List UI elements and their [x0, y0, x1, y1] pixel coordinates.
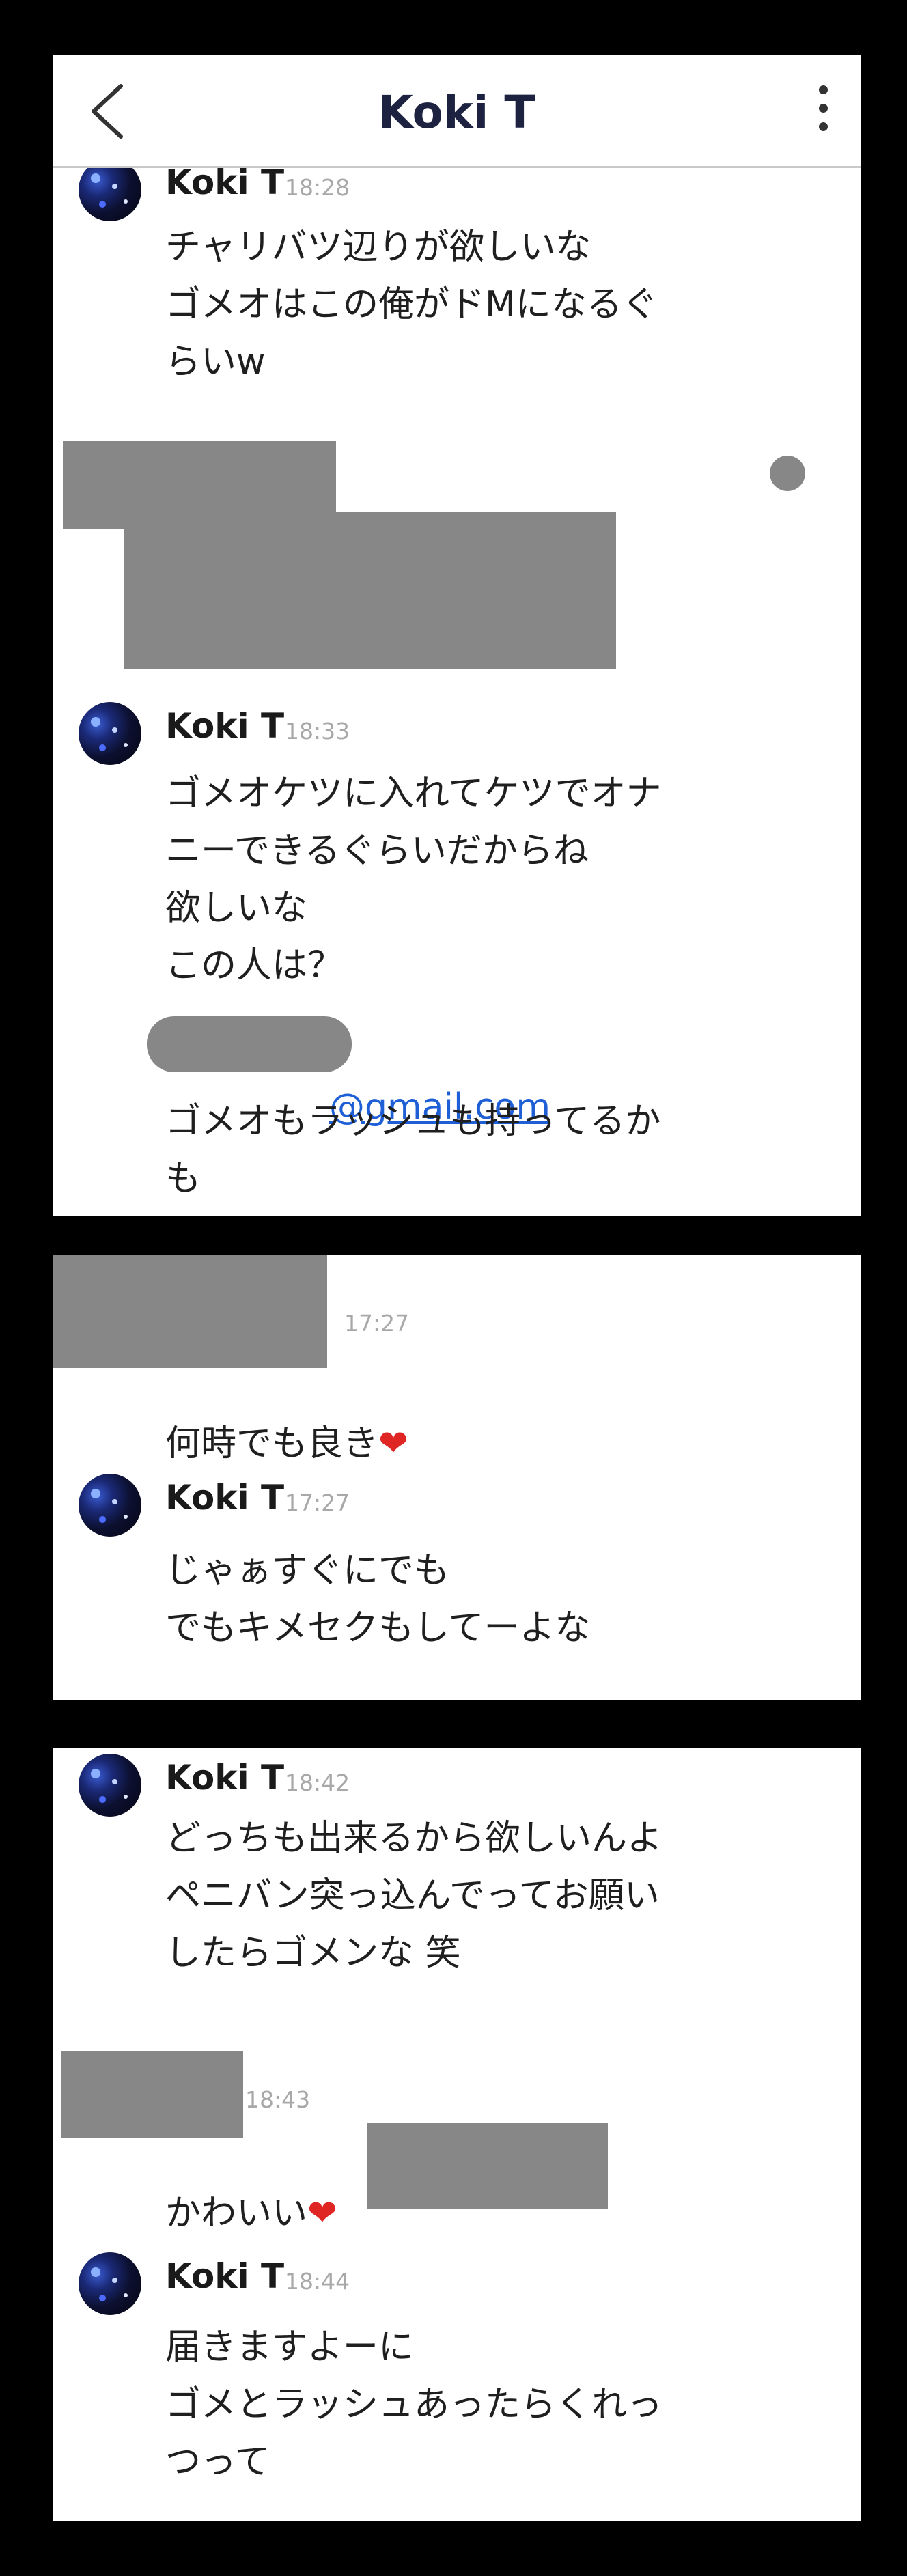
message-time: 17:27 — [285, 1489, 350, 1516]
avatar — [79, 2252, 141, 2315]
chat-panel-2: 17:27 何時でも良き❤ Koki T 17:27 じゃぁすぐにでも でもキメ… — [53, 1255, 861, 1700]
sender-name: Koki T — [165, 163, 285, 202]
message-text: どっちも出来るから欲しいんよ ペニバン突っ込んでってお願い したらゴメンな 笑 — [165, 1818, 663, 1974]
chat-title: Koki T — [378, 86, 535, 139]
message-time: 18:43 — [245, 2086, 311, 2113]
message-time: 18:33 — [285, 718, 350, 744]
message-text: ゴメオもラッシュも持ってるか も — [165, 1101, 661, 1199]
message-time: 18:44 — [285, 2268, 350, 2295]
sender-name: Koki T — [165, 706, 285, 746]
redacted-block — [124, 512, 616, 669]
message-text: ゴメオケツに入れてケツでオナ ニーできるぐらいだからね 欲しいな この人は？ — [165, 773, 662, 986]
avatar — [79, 1754, 141, 1817]
heart-emoji: ❤ — [307, 2193, 337, 2234]
redacted-email — [147, 1016, 352, 1072]
more-options-icon[interactable] — [813, 85, 833, 140]
redacted-name — [61, 2051, 243, 2138]
redacted-block — [367, 2123, 608, 2209]
sender-name: Koki T — [165, 2256, 285, 2296]
message-text: チャリバツ辺りが欲しいな ゴメオはこの俺がドMになるぐ らいw — [165, 227, 658, 382]
message-time: 18:28 — [285, 174, 350, 201]
message-time: 18:42 — [285, 1769, 350, 1796]
avatar — [79, 702, 141, 765]
message-text: かわいい❤ — [165, 2193, 337, 2234]
chat-panel-3: Koki T 18:42 どっちも出来るから欲しいんよ ペニバン突っ込んでってお… — [53, 1748, 861, 2521]
redacted-name — [53, 1255, 327, 1368]
message-text: 何時でも良き❤ — [165, 1423, 408, 1464]
avatar — [79, 1474, 141, 1537]
chat-header: Koki T — [53, 55, 861, 168]
chat-panel-1: Koki T Koki T 18:28 チャリバツ辺りが欲しいな ゴメオはこの俺… — [53, 55, 861, 1216]
message-text: じゃぁすぐにでも でもキメセクもしてーよな — [165, 1550, 591, 1649]
redacted-dot — [770, 456, 805, 491]
sender-name: Koki T — [165, 1478, 285, 1517]
message-time: 17:27 — [344, 1310, 410, 1336]
screenshot-collage: { "header": { "title": "Koki T" }, "pane… — [0, 0, 907, 2576]
heart-emoji: ❤ — [378, 1423, 408, 1464]
sender-name: Koki T — [165, 1758, 285, 1797]
message-text: 届きますよーに ゴメとラッシュあったらくれっ つって — [165, 2327, 663, 2482]
